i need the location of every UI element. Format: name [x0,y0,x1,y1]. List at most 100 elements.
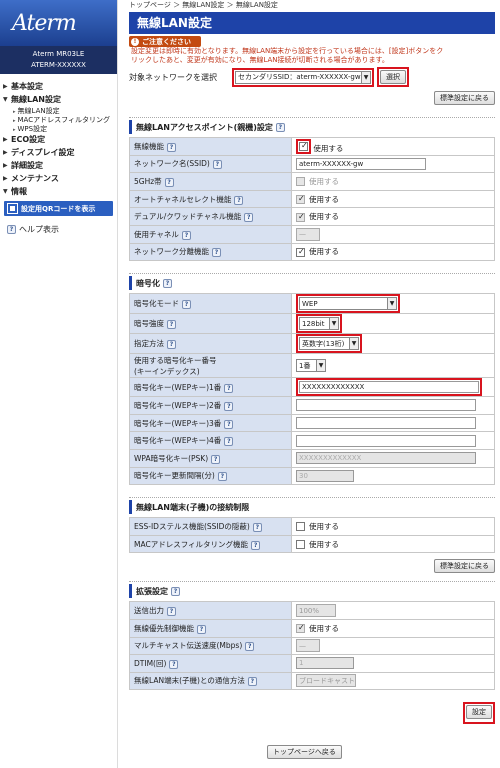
triangle-down-icon: ▼ [3,188,8,195]
triangle-icon: ▶ [3,136,8,143]
multicast-select[interactable]: — [296,639,320,653]
aterm-logo[interactable]: Aterm [0,0,117,46]
help-icon[interactable]: ? [224,437,234,447]
help-icon[interactable]: ? [275,122,285,132]
help-icon[interactable]: ? [217,472,227,482]
band5-checkbox[interactable] [296,177,305,187]
row-value [291,413,495,433]
restore-defaults-button-2[interactable]: 標準設定に戻る [434,559,495,574]
wep-key2-input[interactable] [296,399,476,412]
nav-wireless-lan[interactable]: ▼ 無線LAN設定 [3,93,117,106]
row-label: 送信出力? [129,601,292,620]
method-value: 英数字(13桁) [302,339,345,348]
auto-channel-checkbox[interactable] [296,194,305,205]
help-icon[interactable]: ? [182,300,191,310]
table-row: 使用チャネル? — [129,224,495,244]
nav-sub-mac-filtering[interactable]: MACアドレスフィルタリング [3,115,117,124]
help-icon[interactable]: ? [167,142,176,152]
wep-key3-input[interactable] [296,417,476,430]
tx-power-select[interactable]: 100% [296,604,336,618]
nav-basic[interactable]: ▶ 基本設定 [3,80,117,93]
key-index-value: 1番 [299,361,311,370]
help-icon[interactable]: ? [163,278,172,288]
table-row: WPA暗号化キー(PSK)? XXXXXXXXXXXXX [129,448,495,468]
back-to-top-button[interactable]: トップページへ戻る [267,745,342,759]
wep-key4-input[interactable] [296,434,476,447]
nav-advanced[interactable]: ▶ 詳細設定 [3,159,117,172]
help-icon[interactable]: ? [224,401,234,411]
help-icon[interactable]: ? [245,642,255,652]
channel-select[interactable]: — [296,227,320,241]
help-icon[interactable]: ? [164,177,174,187]
row-value: 英数字(13桁) ▼ [291,333,495,355]
label-text: 暗号化キー(WEPキー)3番 [134,418,222,428]
wep-key1-input[interactable]: XXXXXXXXXXXXX [299,381,479,394]
label-text: MACアドレスフィルタリング機能 [134,539,249,549]
row-value: 使用する [291,172,495,191]
restore-defaults-button[interactable]: 標準設定に戻る [434,91,495,105]
table-row: オートチャネルセレクト機能? 使用する [129,189,495,209]
limit-table: ESS-IDステルス機能(SSIDの隠蔽)? 使用する MACアドレスフィルタリ… [129,517,495,554]
help-icon[interactable]: ? [234,195,244,205]
row-value: 使用する [291,207,495,226]
wifi-enable-checkbox[interactable] [299,141,308,151]
row-label: 無線LAN端末(子機)との通信方法? [129,671,292,691]
help-icon[interactable]: ? [167,607,176,617]
dtim-input[interactable]: 1 [296,657,354,670]
help-icon[interactable]: ? [197,624,206,634]
use-label: 使用する [309,521,339,531]
key-interval-input[interactable]: 30 [296,469,354,482]
nav-maintenance[interactable]: ▶ メンテナンス [3,172,117,185]
help-icon[interactable]: ? [224,419,234,429]
mac-filter-checkbox[interactable] [296,540,305,550]
sidebar: Aterm Aterm MR03LE ATERM-XXXXXX ▶ 基本設定 ▼ 無… [0,0,118,768]
nav-label: ディスプレイ設定 [11,148,75,157]
ssid-input[interactable]: aterm-XXXXXX-gw [296,157,426,170]
target-network-select[interactable]: セカンダリSSID：aterm-XXXXXX-gw ▼ [235,70,371,84]
nav-label: ECO設定 [11,135,46,144]
help-icon[interactable]: ? [211,454,221,464]
label-text: 無線LAN端末(子機)との通信方法 [134,676,245,686]
essid-stealth-checkbox[interactable] [296,522,305,532]
select-button-highlight: 選択 [377,67,409,87]
help-icon[interactable]: ? [247,677,257,687]
help-icon[interactable]: ? [224,383,234,393]
help-icon[interactable]: ? [212,248,221,258]
row-label: デュアル/クワッドチャネル機能? [129,207,292,226]
table-row: 使用する暗号化キー番号 (キーインデックス) 1番 ▼ [129,353,495,379]
row-value: 使用する [291,517,495,536]
priority-checkbox[interactable] [296,623,305,634]
nav-sub-wireless-lan-settings[interactable]: 無線LAN設定 [3,106,117,115]
notice-text: 設定変更は即時に有効となります。無線LAN端末から設定を行っている場合には、[設… [129,47,495,65]
help-icon[interactable]: ? [167,340,176,350]
table-row: ESS-IDステルス機能(SSIDの隠蔽)? 使用する [129,517,495,536]
help-icon[interactable]: ? [212,160,222,170]
help-icon[interactable]: ? [244,213,254,223]
dual-channel-checkbox[interactable] [296,212,305,222]
comm-method-select[interactable]: ブロードキャスト [296,674,356,688]
chevron-down-icon: ▼ [349,338,358,350]
section-title-text: 無線LAN端末(子機)の接続制限 [136,502,250,512]
separation-checkbox[interactable] [296,247,305,257]
help-icon[interactable]: ? [251,540,261,550]
wpa-key-input[interactable]: XXXXXXXXXXXXX [296,452,476,465]
nav-eco[interactable]: ▶ ECO設定 [3,133,117,146]
help-icon[interactable]: ? [181,230,191,240]
encryption-mode-select[interactable]: WEP ▼ [299,297,397,311]
nav-info[interactable]: ▼ 情報 [3,185,117,198]
nav-sub-wps[interactable]: WPS設定 [3,124,117,133]
select-button[interactable]: 選択 [380,70,406,84]
method-select[interactable]: 英数字(13桁) ▼ [299,337,359,351]
nav-display[interactable]: ▶ ディスプレイ設定 [3,146,117,159]
show-qr-code-button[interactable]: 設定用QRコードを表示 [4,201,113,216]
help-icon[interactable]: ? [171,586,180,596]
save-button[interactable]: 設定 [466,705,492,720]
key-index-select[interactable]: 1番 ▼ [296,359,326,373]
help-icon[interactable]: ? [252,522,262,532]
strength-select[interactable]: 128bit ▼ [299,317,339,331]
help-icon[interactable]: ? [167,320,176,330]
use-label: 使用する [309,212,339,222]
help-icon[interactable]: ? [169,659,179,669]
help-link[interactable]: ? ヘルプ表示 [4,224,117,235]
nav-label: 基本設定 [11,82,43,91]
